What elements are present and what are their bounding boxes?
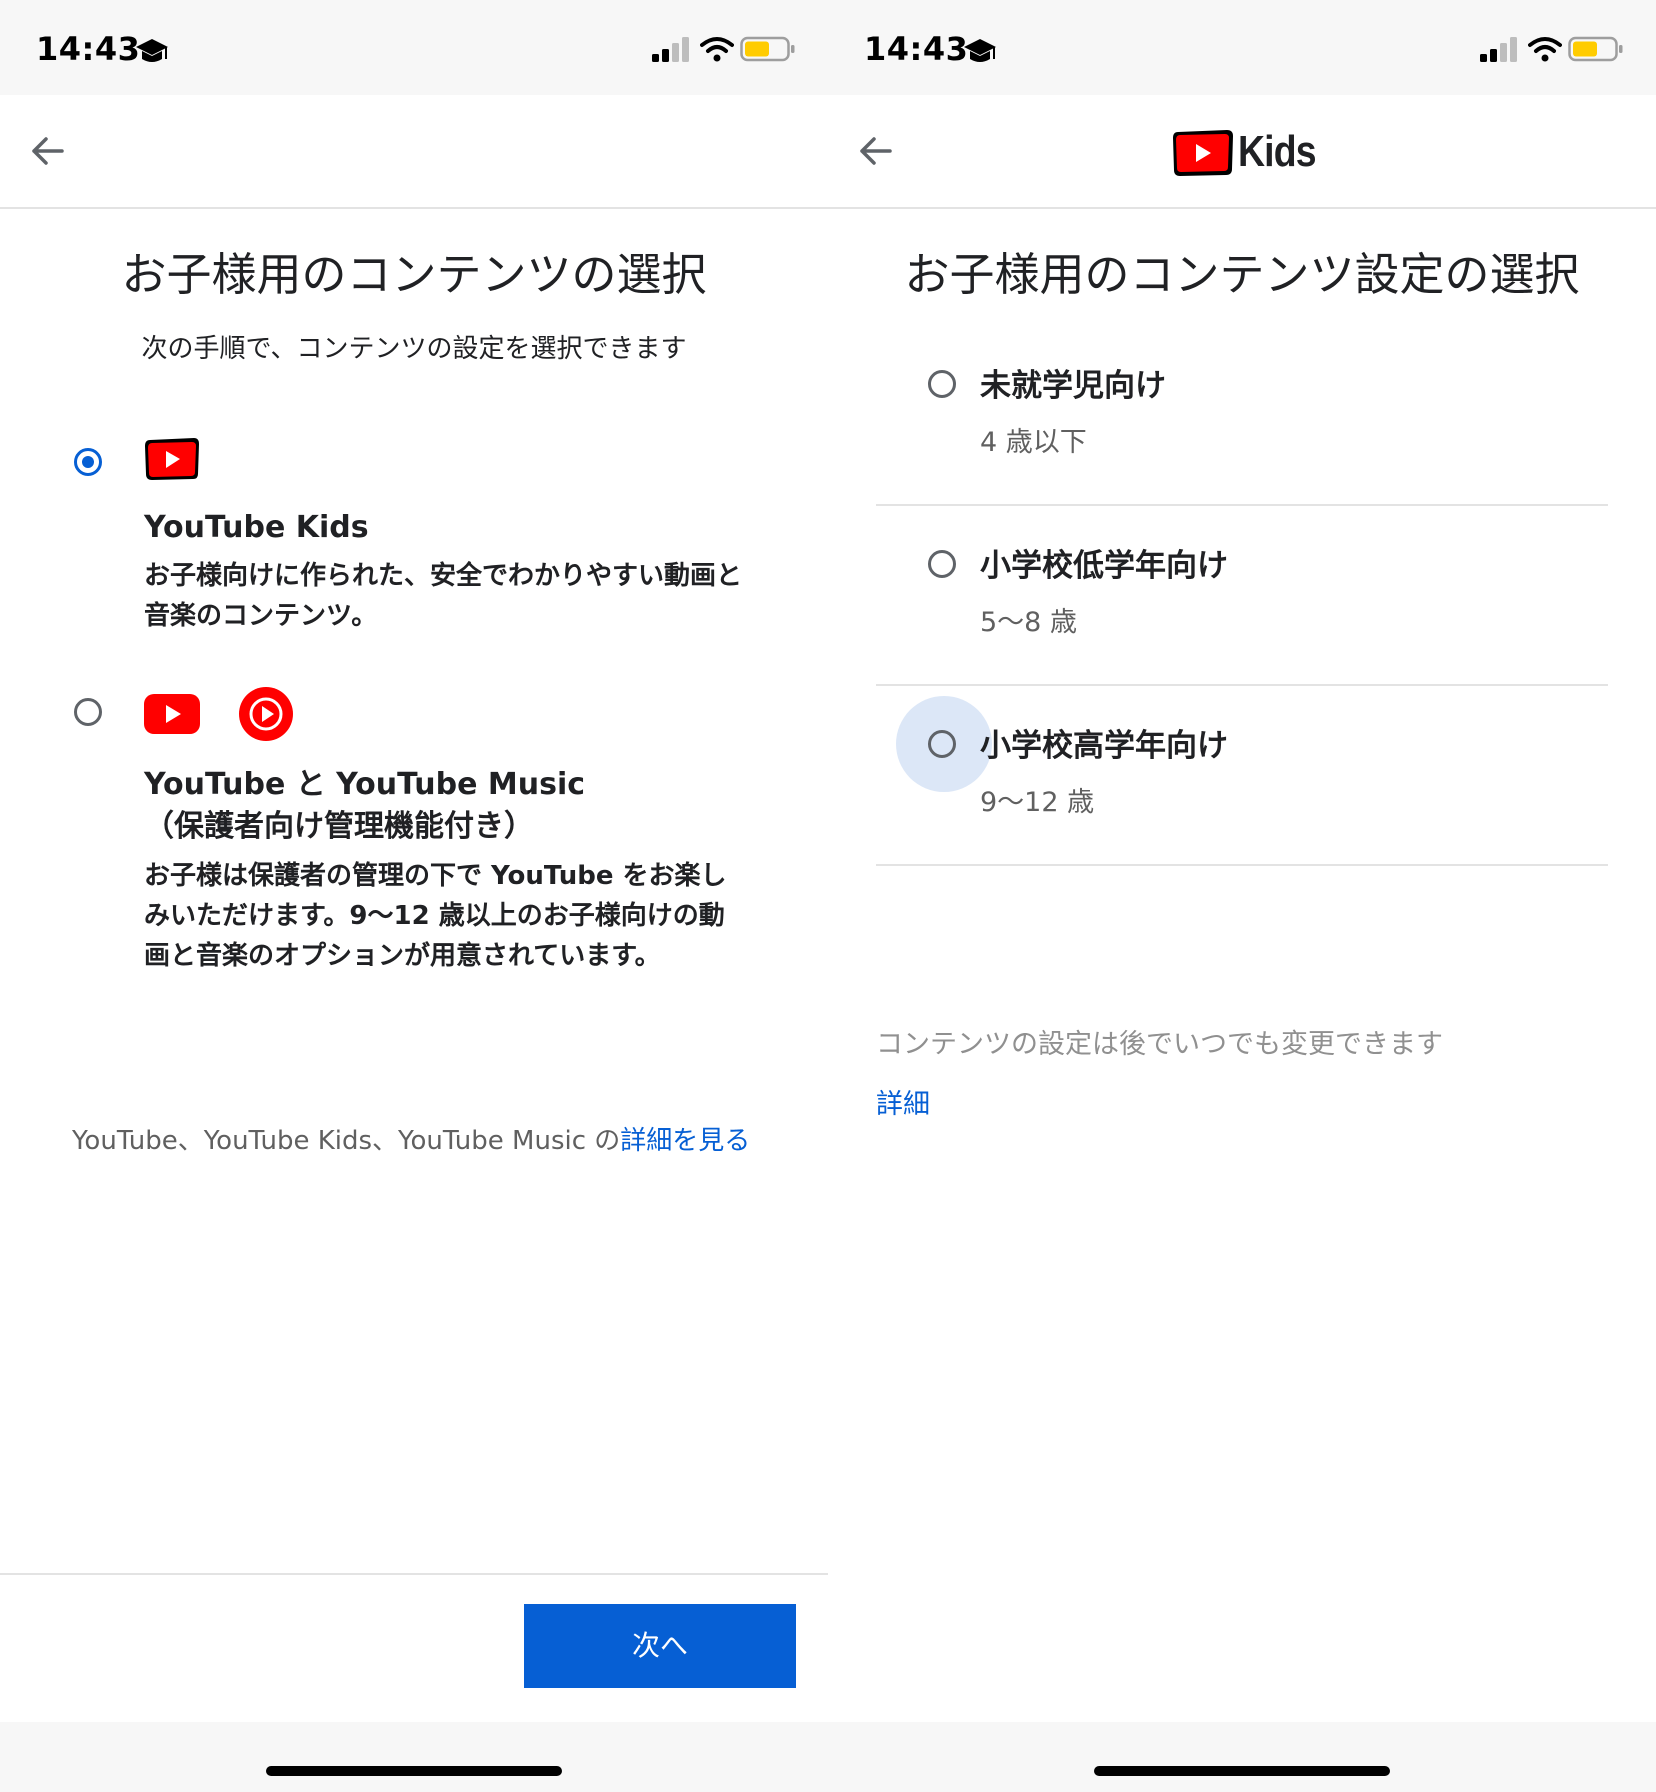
age-option-label: 小学校低学年向け [980, 548, 1228, 584]
status-time: 14:43 [36, 30, 141, 68]
youtube-kids-logo-icon [1173, 130, 1233, 176]
younger-radio[interactable] [928, 550, 956, 578]
age-option-preschool[interactable]: 未就学児向け 4 歳以下 [876, 326, 1608, 506]
back-arrow-icon[interactable] [856, 131, 896, 171]
youtube-kids-logo-icon [145, 438, 199, 480]
option-youtube-heading-line1: YouTube と YouTube Music [144, 767, 586, 802]
youtube-kids-radio[interactable] [74, 448, 102, 476]
graduation-cap-icon [964, 39, 996, 62]
age-option-label: 小学校高学年向け [980, 728, 1228, 764]
next-button[interactable]: 次へ [524, 1604, 796, 1688]
option-youtube-heading: YouTube と YouTube Music （保護者向け管理機能付き） [144, 764, 585, 848]
footnote: YouTube、YouTube Kids、YouTube Music の詳細を見… [72, 1120, 750, 1157]
right-screen: 14:43 Kids お子様用のコンテンツ設定の選択 未就学児向け 4 歳以下 … [828, 0, 1656, 1792]
youtube-music-logo-icon [239, 687, 293, 741]
battery-icon [1568, 36, 1623, 62]
youtube-and-music-radio[interactable] [74, 698, 102, 726]
preschool-radio[interactable] [928, 370, 956, 398]
older-radio[interactable] [928, 730, 956, 758]
left-screen: 14:43 お子様用のコンテンツの選択 次の手順で、コンテンツの設定を選択できま… [0, 0, 828, 1792]
back-arrow-icon[interactable] [28, 131, 68, 171]
youtube-kids-logo: Kids [1172, 125, 1324, 181]
bottom-divider [0, 1573, 828, 1575]
status-bar: 14:43 [828, 0, 1656, 95]
option-kids-heading: YouTube Kids [144, 510, 369, 545]
app-bar: Kids [828, 95, 1656, 209]
page-title: お子様用のコンテンツの選択 [121, 248, 707, 301]
home-area [0, 1722, 828, 1792]
option-youtube-heading-line2: （保護者向け管理機能付き） [144, 809, 534, 844]
kids-logo-text: Kids [1238, 127, 1317, 176]
option-youtube-description: お子様は保護者の管理の下で YouTube をお楽しみいただけます。9〜12 歳… [144, 861, 727, 971]
age-option-range: 9〜12 歳 [980, 787, 1095, 818]
footnote-text: YouTube、YouTube Kids、YouTube Music の [72, 1126, 621, 1156]
home-indicator[interactable] [266, 1766, 562, 1776]
age-option-range: 5〜8 歳 [980, 607, 1077, 638]
status-time: 14:43 [864, 30, 969, 68]
page-title: お子様用のコンテンツ設定の選択 [904, 248, 1580, 301]
age-option-range: 4 歳以下 [980, 427, 1087, 458]
app-bar [0, 95, 828, 209]
graduation-cap-icon [136, 39, 168, 62]
home-indicator[interactable] [1094, 1766, 1390, 1776]
youtube-logo-icon [144, 694, 200, 734]
age-option-younger[interactable]: 小学校低学年向け 5〜8 歳 [876, 506, 1608, 686]
option-kids-description: お子様向けに作られた、安全でわかりやすい動画と音楽のコンテンツ。 [144, 561, 743, 631]
age-option-label: 未就学児向け [980, 368, 1166, 404]
signal-icon [1480, 37, 1517, 62]
details-link[interactable]: 詳細 [876, 1082, 930, 1121]
battery-icon [740, 36, 795, 62]
signal-icon [652, 37, 689, 62]
page-subtitle: 次の手順で、コンテンツの設定を選択できます [141, 334, 687, 364]
wifi-icon [1528, 37, 1562, 62]
home-area [828, 1722, 1656, 1792]
status-bar: 14:43 [0, 0, 828, 95]
age-option-older[interactable]: 小学校高学年向け 9〜12 歳 [876, 686, 1608, 866]
settings-note: コンテンツの設定は後でいつでも変更できます [876, 1029, 1443, 1060]
learn-more-link[interactable]: 詳細を見る [620, 1126, 750, 1156]
wifi-icon [700, 37, 734, 62]
